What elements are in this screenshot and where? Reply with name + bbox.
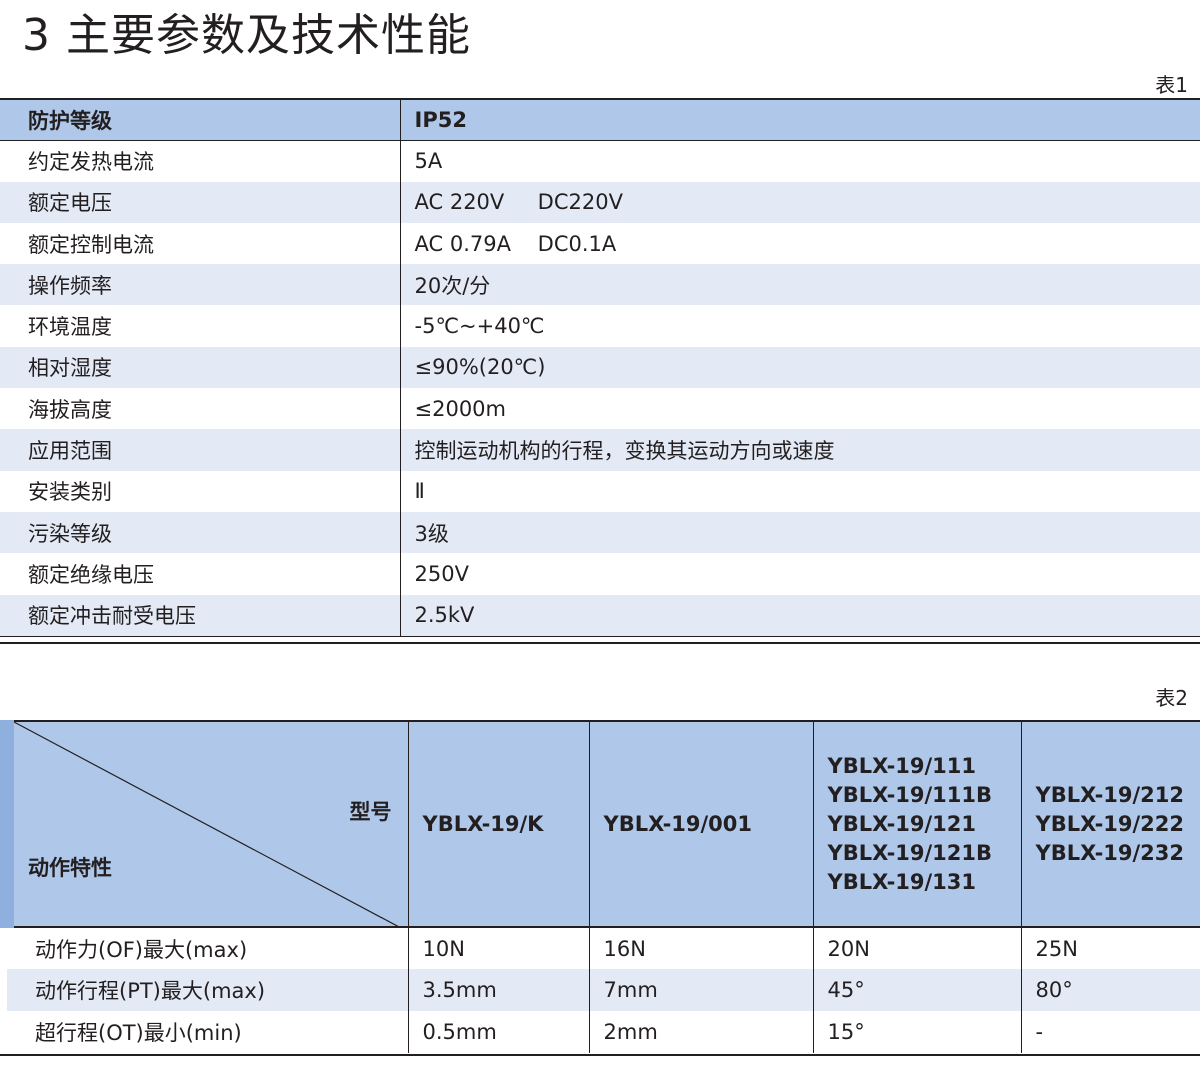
param-value: 5A	[414, 149, 443, 174]
model-name: YBLX-19/111B	[827, 782, 993, 807]
specs-table: 防护等级 IP52 约定发热电流 5A 额定电压 AC 220V DC220V 额定…	[0, 98, 1200, 636]
characteristic-value: 0.5mm	[408, 1011, 590, 1053]
param-name: 海拔高度	[0, 388, 401, 430]
param-name: 污染等级	[0, 511, 401, 554]
table-header-row: 型号 动作特性 YBLX-19/K YBLX-19/001 YBLX-19/11…	[0, 721, 1200, 928]
table-row: 额定电压 AC 220V DC220V	[0, 181, 1200, 223]
table-row: 动作力(OF)最大(max) 10N 16N 20N 25N	[7, 927, 1200, 969]
model-cell: YBLX-19/212 YBLX-19/222 YBLX-19/232	[1021, 721, 1200, 928]
action-table: 型号 动作特性 YBLX-19/K YBLX-19/001 YBLX-19/11…	[0, 720, 1200, 1053]
header-cell: IP52	[400, 99, 1200, 141]
characteristic-value: 3.5mm	[408, 969, 590, 1011]
characteristic-value: 16N	[589, 927, 814, 969]
characteristic-value: 7mm	[589, 969, 814, 1011]
table-row: 约定发热电流 5A	[0, 140, 1200, 182]
table-row: 污染等级 3级	[0, 511, 1200, 554]
characteristic-value: 2mm	[589, 1011, 814, 1053]
param-name: 约定发热电流	[0, 140, 401, 182]
header-cell: 防护等级	[0, 99, 401, 141]
diag-label-model: 型号	[349, 800, 392, 824]
table1-label: 表1	[1155, 73, 1188, 97]
diag-label-characteristics: 动作特性	[28, 856, 112, 880]
table-row: 相对湿度 ≤90%(20℃)	[0, 346, 1200, 389]
param-value: AC 0.79A DC0.1A	[414, 231, 617, 256]
table2-bottom-rule	[0, 1054, 1200, 1062]
model-name: YBLX-19/K	[422, 811, 544, 836]
model-cell: YBLX-19/001	[589, 721, 814, 928]
characteristic-value: 15°	[813, 1011, 1022, 1053]
param-value: 3级	[400, 511, 1200, 554]
model-name: YBLX-19/001	[603, 811, 753, 836]
param-value: 20次/分	[400, 264, 1200, 306]
table-row: 额定绝缘电压 250V	[0, 553, 1200, 595]
table-row: 应用范围 控制运动机构的行程，变换其运动方向或速度	[0, 429, 1200, 471]
characteristic-value: -	[1035, 1020, 1044, 1044]
param-name: 额定控制电流	[0, 222, 401, 265]
diagonal-line	[21, 725, 397, 925]
param-value: 控制运动机构的行程，变换其运动方向或速度	[400, 429, 1200, 471]
diagonal-header-cell: 型号 动作特性	[0, 721, 409, 928]
param-name: 安装类别	[0, 470, 401, 512]
table-row: 海拔高度 ≤2000m	[0, 388, 1200, 430]
model-name: YBLX-19/131	[827, 869, 977, 894]
characteristic-value: 80°	[1021, 969, 1200, 1011]
model-name: YBLX-19/232	[1035, 840, 1185, 865]
model-name: YBLX-19/121B	[827, 840, 993, 865]
table-row: 动作行程(PT)最大(max) 3.5mm 7mm 45° 80°	[7, 969, 1200, 1011]
page-title: 3 主要参数及技术性能	[22, 10, 471, 61]
param-value: 2.5kV	[400, 594, 1200, 636]
table-row: 额定控制电流 AC 0.79A DC0.1A	[0, 222, 1200, 265]
table-row: 额定冲击耐受电压 2.5kV	[0, 594, 1200, 636]
model-cell: YBLX-19/111 YBLX-19/111B YBLX-19/121 YBL…	[813, 721, 1022, 928]
param-value: ≤90%(20℃)	[400, 346, 1200, 389]
characteristic-value: 45°	[813, 969, 1022, 1011]
model-name: YBLX-19/111	[827, 753, 977, 778]
param-value: ≤2000m	[414, 396, 507, 421]
param-name: 额定冲击耐受电压	[0, 594, 401, 636]
model-name: YBLX-19/212	[1035, 782, 1185, 807]
characteristic-name: 动作力(OF)最大(max)	[7, 927, 409, 969]
table-row: 环境温度 -5℃~+40℃	[0, 305, 1200, 347]
param-name: 操作频率	[0, 264, 401, 306]
table1-bottom-rule	[0, 636, 1200, 644]
characteristic-name: 动作行程(PT)最大(max)	[7, 969, 409, 1011]
param-value: -5℃~+40℃	[414, 314, 545, 339]
table-row: 安装类别 Ⅱ	[0, 470, 1200, 512]
characteristic-name: 超行程(OT)最小(min)	[7, 1011, 409, 1053]
characteristic-value: 10N	[408, 927, 590, 969]
param-value: 250V	[414, 561, 469, 586]
characteristic-value: 20N	[813, 927, 1022, 969]
param-name: 相对湿度	[0, 346, 401, 389]
table-header-row: 防护等级 IP52	[0, 99, 1200, 141]
model-name: YBLX-19/121	[827, 811, 977, 836]
param-name: 应用范围	[0, 429, 401, 471]
param-value: Ⅱ	[414, 479, 425, 504]
table-row: 操作频率 20次/分	[0, 264, 1200, 306]
table2-label: 表2	[1155, 686, 1188, 710]
table-row: 超行程(OT)最小(min) 0.5mm 2mm 15° -	[7, 1011, 1200, 1053]
param-name: 额定电压	[0, 181, 401, 223]
param-value: AC 220V DC220V	[400, 181, 1200, 223]
characteristic-value: 25N	[1035, 936, 1078, 961]
param-name: 环境温度	[0, 305, 401, 347]
param-name: 额定绝缘电压	[0, 553, 401, 595]
model-cell: YBLX-19/K	[408, 721, 590, 928]
model-name: YBLX-19/222	[1035, 811, 1185, 836]
